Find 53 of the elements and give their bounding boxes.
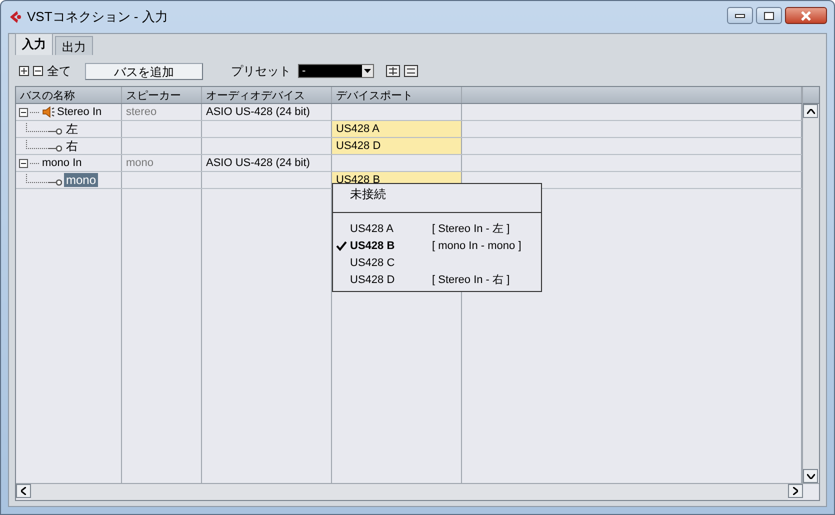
connection-label: [ Stereo In - 右 ] bbox=[432, 273, 510, 287]
store-preset-icon[interactable] bbox=[386, 65, 400, 77]
connector-icon bbox=[26, 174, 62, 186]
scroll-left-button[interactable] bbox=[16, 484, 31, 498]
connector-icon bbox=[26, 123, 62, 135]
window-title: VSTコネクション - 入力 bbox=[27, 8, 168, 26]
scroll-down-button[interactable] bbox=[803, 469, 818, 483]
collapse-all-icon[interactable] bbox=[33, 66, 43, 76]
scroll-up-button[interactable] bbox=[803, 104, 818, 118]
scroll-right-button[interactable] bbox=[788, 484, 803, 498]
port-cell[interactable]: US428 A bbox=[332, 121, 462, 137]
app-logo-icon bbox=[8, 10, 22, 24]
column-header[interactable]: オーディオデバイス bbox=[202, 87, 332, 103]
minimize-button[interactable] bbox=[727, 7, 753, 24]
menu-item[interactable]: US428 A bbox=[350, 222, 432, 234]
tab[interactable]: 入力 bbox=[15, 33, 53, 55]
collapse-icon[interactable] bbox=[19, 108, 28, 116]
remove-preset-icon[interactable] bbox=[404, 65, 418, 77]
speaker-cell: mono bbox=[122, 155, 202, 171]
bus-name: mono In bbox=[42, 157, 82, 169]
speaker-cell: stereo bbox=[122, 104, 202, 120]
minimize-icon bbox=[735, 14, 745, 18]
add-bus-button[interactable]: バスを追加 bbox=[85, 62, 203, 80]
column-header[interactable]: デバイスポート bbox=[332, 87, 462, 103]
bus-name: Stereo In bbox=[57, 106, 102, 118]
close-icon bbox=[800, 10, 812, 20]
port-cell[interactable]: US428 D bbox=[332, 138, 462, 154]
column-header[interactable]: バスの名称 bbox=[16, 87, 122, 103]
channel-name[interactable]: 右 bbox=[64, 138, 80, 154]
menu-item[interactable]: US428 C bbox=[350, 256, 432, 268]
column-header[interactable]: スピーカー bbox=[122, 87, 202, 103]
connection-label: [ Stereo In - 左 ] bbox=[432, 222, 510, 236]
connector-icon bbox=[26, 140, 62, 152]
dropdown-arrow-icon bbox=[364, 69, 371, 73]
vertical-scrollbar[interactable] bbox=[803, 118, 819, 469]
preset-value: - bbox=[302, 65, 306, 77]
device-cell: ASIO US-428 (24 bit) bbox=[202, 155, 332, 171]
maximize-icon bbox=[764, 12, 774, 20]
menu-item[interactable]: US428 D bbox=[350, 274, 432, 286]
preset-label: プリセット bbox=[231, 62, 291, 80]
all-label: 全て bbox=[47, 62, 71, 80]
menu-item[interactable]: US428 B bbox=[350, 240, 432, 252]
close-button[interactable] bbox=[785, 7, 827, 24]
horizontal-scrollbar[interactable] bbox=[31, 484, 788, 500]
preset-dropdown[interactable]: - bbox=[298, 64, 374, 78]
tab[interactable]: 出力 bbox=[55, 36, 93, 55]
expand-all-icon[interactable] bbox=[19, 66, 29, 76]
device-cell: ASIO US-428 (24 bit) bbox=[202, 104, 332, 120]
maximize-button[interactable] bbox=[756, 7, 782, 24]
connection-label: [ mono In - mono ] bbox=[432, 240, 522, 252]
collapse-icon[interactable] bbox=[19, 158, 28, 168]
channel-name[interactable]: mono bbox=[64, 173, 98, 187]
channel-name[interactable]: 左 bbox=[64, 121, 80, 137]
